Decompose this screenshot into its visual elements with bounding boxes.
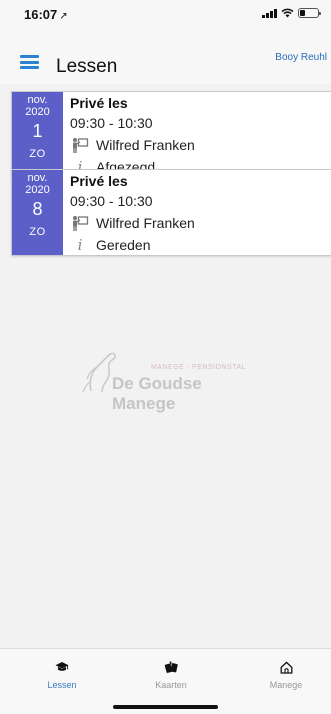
date-day: 8 — [32, 199, 43, 219]
date-month: nov. — [27, 94, 48, 106]
instructor-row: Wilfred Franken — [70, 212, 331, 234]
signal-icon — [262, 8, 277, 18]
date-month: nov. — [27, 172, 48, 184]
logo-tagline: MANEGE - PENSIONSTAL — [151, 364, 247, 371]
date-block: nov. 2020 1 ZO — [12, 92, 63, 177]
date-year: 2020 — [25, 184, 50, 196]
date-year: 2020 — [25, 106, 50, 118]
tab-label: Manege — [269, 680, 303, 690]
instructor-icon — [70, 136, 90, 154]
tab-lessen[interactable]: Lessen — [22, 659, 102, 690]
lesson-status: Gereden — [96, 237, 151, 253]
user-name[interactable]: Booy Reuhl — [275, 52, 327, 63]
instructor-icon — [70, 214, 90, 232]
home-indicator — [113, 705, 218, 709]
graduation-cap-icon — [22, 659, 102, 675]
battery-icon — [298, 8, 321, 18]
lesson-card[interactable]: nov. 2020 8 ZO Privé les 09:30 - 10:30 W… — [11, 169, 331, 256]
tab-kaarten[interactable]: Kaarten — [131, 659, 211, 690]
lesson-time: 09:30 - 10:30 — [70, 193, 153, 209]
lesson-card[interactable]: nov. 2020 1 ZO Privé les 09:30 - 10:30 W… — [11, 91, 331, 178]
status-bar: 16:07 ↗ — [0, 0, 331, 28]
manege-logo-watermark: MANEGE - PENSIONSTAL De Goudse Manege — [79, 347, 269, 413]
page-title: Lessen — [56, 56, 118, 77]
cards-icon — [131, 659, 211, 675]
wifi-icon — [281, 8, 294, 18]
instructor-row: Wilfred Franken — [70, 134, 331, 156]
lesson-info: Privé les 09:30 - 10:30 Wilfred Franken … — [70, 172, 331, 256]
lesson-info: Privé les 09:30 - 10:30 Wilfred Franken … — [70, 94, 331, 178]
hamburger-menu-icon[interactable] — [20, 55, 39, 69]
logo-name: De Goudse Manege — [112, 374, 202, 413]
lesson-type: Privé les — [70, 95, 128, 111]
date-block: nov. 2020 8 ZO — [12, 170, 63, 255]
status-time: 16:07 ↗ — [24, 7, 68, 22]
status-time-text: 16:07 — [24, 7, 58, 22]
status-icons — [262, 8, 321, 18]
date-weekday: ZO — [29, 226, 46, 238]
lesson-time: 09:30 - 10:30 — [70, 115, 153, 131]
tab-label: Lessen — [47, 680, 77, 690]
status-row: i Gereden — [70, 234, 331, 256]
tab-manege[interactable]: Manege — [246, 659, 326, 690]
lesson-type: Privé les — [70, 173, 128, 189]
tab-label: Kaarten — [155, 680, 187, 690]
info-icon: i — [77, 236, 83, 254]
location-icon: ↗ — [59, 11, 68, 22]
instructor-name: Wilfred Franken — [96, 215, 195, 231]
instructor-name: Wilfred Franken — [96, 137, 195, 153]
date-day: 1 — [32, 121, 43, 141]
home-icon — [246, 659, 326, 675]
date-weekday: ZO — [29, 148, 46, 160]
app-header: Lessen Booy Reuhl — [0, 28, 331, 84]
